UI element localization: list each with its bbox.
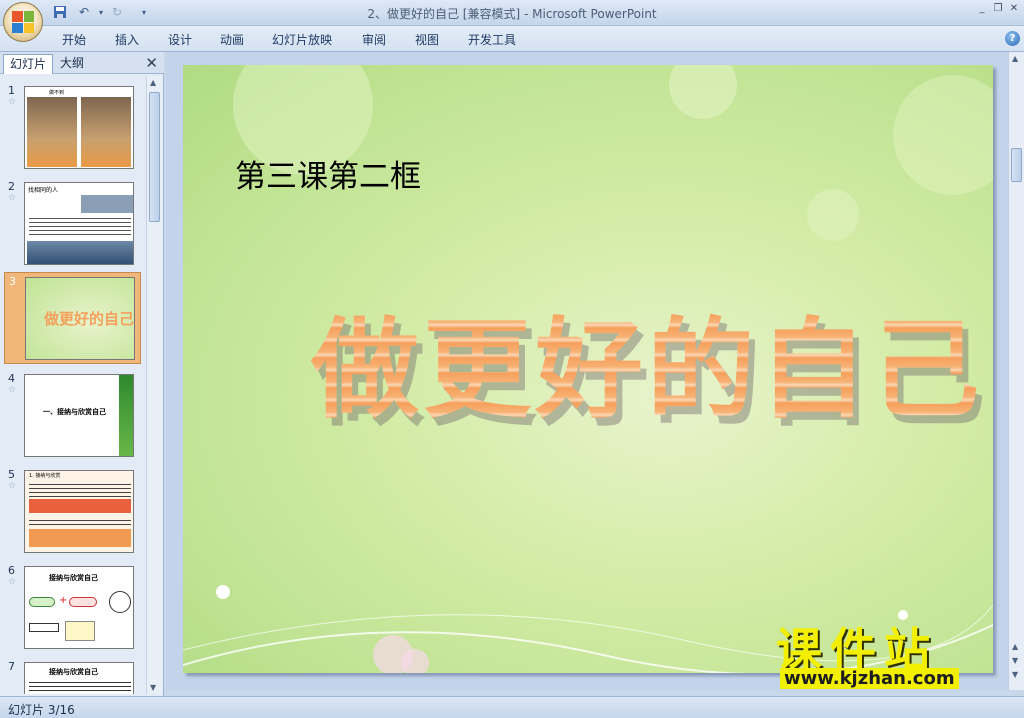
photo-image: [27, 241, 133, 264]
close-icon[interactable]: ✕: [1006, 2, 1022, 16]
slide-preview: 找相同的人: [24, 182, 134, 265]
watermark: 课件站 www.kjzhan.com: [776, 614, 1008, 692]
tab-view[interactable]: 视图: [415, 31, 439, 48]
window-title: 2、做更好的自己 [兼容模式] - Microsoft PowerPoint: [367, 7, 657, 21]
tab-developer[interactable]: 开发工具: [468, 31, 516, 48]
slide-thumbnail-4[interactable]: 4 ☆ 一、接纳与欣赏自己: [4, 370, 141, 462]
slide-thumbnail-3[interactable]: 3 做更好的自己: [4, 272, 141, 364]
scroll-down-icon[interactable]: ▼: [1012, 670, 1018, 679]
slide-counter: 幻灯片 3/16: [8, 703, 75, 717]
tab-slides[interactable]: 幻灯片: [3, 54, 54, 74]
photo-image: [81, 97, 131, 167]
watermark-url: www.kjzhan.com: [780, 668, 959, 689]
pane-scrollbar[interactable]: ▲ ▼: [146, 76, 162, 694]
previous-slide-icon[interactable]: ▲: [1012, 642, 1018, 651]
slide-caption: 接纳与欣赏自己: [49, 668, 98, 676]
photo-image: [27, 97, 77, 167]
tab-design[interactable]: 设计: [168, 31, 192, 48]
next-slide-icon[interactable]: ▼: [1012, 656, 1018, 665]
tab-animation[interactable]: 动画: [220, 31, 244, 48]
slide-caption: 做不到: [49, 90, 65, 96]
highlight-block: [29, 529, 131, 547]
decor-image: [119, 375, 133, 456]
slide-number: 3: [9, 275, 16, 288]
ribbon-tabs: 开始 插入 设计 动画 幻灯片放映 审阅 视图 开发工具 ?: [0, 26, 1024, 52]
slide-title[interactable]: 做更好的自己: [311, 283, 983, 439]
scroll-down-icon[interactable]: ▼: [150, 683, 156, 692]
diagram-node: [109, 591, 131, 613]
slide-thumbnail-5[interactable]: 5 ☆ 1. 接纳与欣赏: [4, 466, 141, 558]
lesson-label[interactable]: 第三课第二框: [235, 151, 421, 196]
plus-icon: +: [59, 595, 68, 606]
photo-image: [81, 195, 133, 213]
text-block: [29, 215, 131, 237]
highlight-block: [29, 499, 131, 513]
slides-pane: 幻灯片 大纲 ✕ 1 ☆ 做不到 2 ☆ 找相同的人 3 做更好的自己 4 ☆: [0, 52, 164, 696]
scroll-thumb[interactable]: [1011, 148, 1022, 182]
diagram-node: [29, 623, 59, 632]
slide-caption: 一、接纳与欣赏自己: [43, 408, 106, 416]
current-slide[interactable]: 第三课第二框 做更好的自己 做更好的自己: [183, 65, 993, 673]
slide-preview: 做不到: [24, 86, 134, 169]
slide-thumbnail-7[interactable]: 7 接纳与欣赏自己: [4, 658, 141, 694]
stage-scrollbar[interactable]: ▲ ▲ ▼ ▼: [1008, 52, 1024, 690]
slide-preview: 接纳与欣赏自己: [24, 662, 134, 694]
slide-caption: 接纳与欣赏自己: [49, 574, 98, 582]
diagram-node: [69, 597, 97, 607]
help-icon[interactable]: ?: [1005, 31, 1020, 46]
slide-thumbnail-2[interactable]: 2 ☆ 找相同的人: [4, 178, 141, 270]
slide-preview: 接纳与欣赏自己 +: [24, 566, 134, 649]
tab-review[interactable]: 审阅: [362, 31, 386, 48]
text-block: [29, 481, 131, 497]
slide-number: 2: [8, 180, 15, 193]
restore-icon[interactable]: ❐: [990, 2, 1006, 16]
diagram-node: [65, 621, 95, 641]
scroll-up-icon[interactable]: ▲: [150, 78, 156, 87]
office-logo-icon: [12, 11, 34, 33]
slide-caption: 找相同的人: [28, 187, 59, 194]
animation-star-icon: ☆: [8, 193, 17, 203]
slide-number: 1: [8, 84, 15, 97]
slide-caption: 做更好的自己: [44, 310, 135, 328]
animation-star-icon: ☆: [8, 577, 17, 587]
tab-outline[interactable]: 大纲: [54, 54, 90, 74]
tab-insert[interactable]: 插入: [115, 31, 139, 48]
text-block: [29, 679, 131, 693]
slide-preview: 一、接纳与欣赏自己: [24, 374, 134, 457]
animation-star-icon: ☆: [8, 481, 17, 491]
minimize-icon[interactable]: _: [974, 2, 990, 16]
scroll-up-icon[interactable]: ▲: [1012, 54, 1018, 63]
diagram-node: [29, 597, 55, 607]
slide-preview: 1. 接纳与欣赏: [24, 470, 134, 553]
slide-caption: 1. 接纳与欣赏: [29, 473, 61, 479]
scroll-thumb[interactable]: [149, 92, 160, 222]
office-button[interactable]: [3, 2, 43, 42]
slide-number: 7: [8, 660, 15, 673]
text-block: [29, 517, 131, 525]
slide-preview: 做更好的自己: [25, 277, 135, 360]
slide-thumbnail-6[interactable]: 6 ☆ 接纳与欣赏自己 +: [4, 562, 141, 654]
animation-star-icon: ☆: [8, 97, 17, 107]
pane-tabs: 幻灯片 大纲 ✕: [0, 52, 164, 74]
slide-number: 5: [8, 468, 15, 481]
slide-number: 4: [8, 372, 15, 385]
tab-home[interactable]: 开始: [62, 31, 86, 48]
animation-star-icon: ☆: [8, 385, 17, 395]
close-pane-icon[interactable]: ✕: [145, 54, 158, 72]
slide-thumbnail-1[interactable]: 1 ☆ 做不到: [4, 82, 141, 174]
tab-slideshow[interactable]: 幻灯片放映: [272, 31, 332, 48]
slide-number: 6: [8, 564, 15, 577]
title-bar: ↶ ▾ ↻ ▾ 2、做更好的自己 [兼容模式] - Microsoft Powe…: [0, 0, 1024, 42]
status-bar: 幻灯片 3/16: [0, 696, 1024, 718]
